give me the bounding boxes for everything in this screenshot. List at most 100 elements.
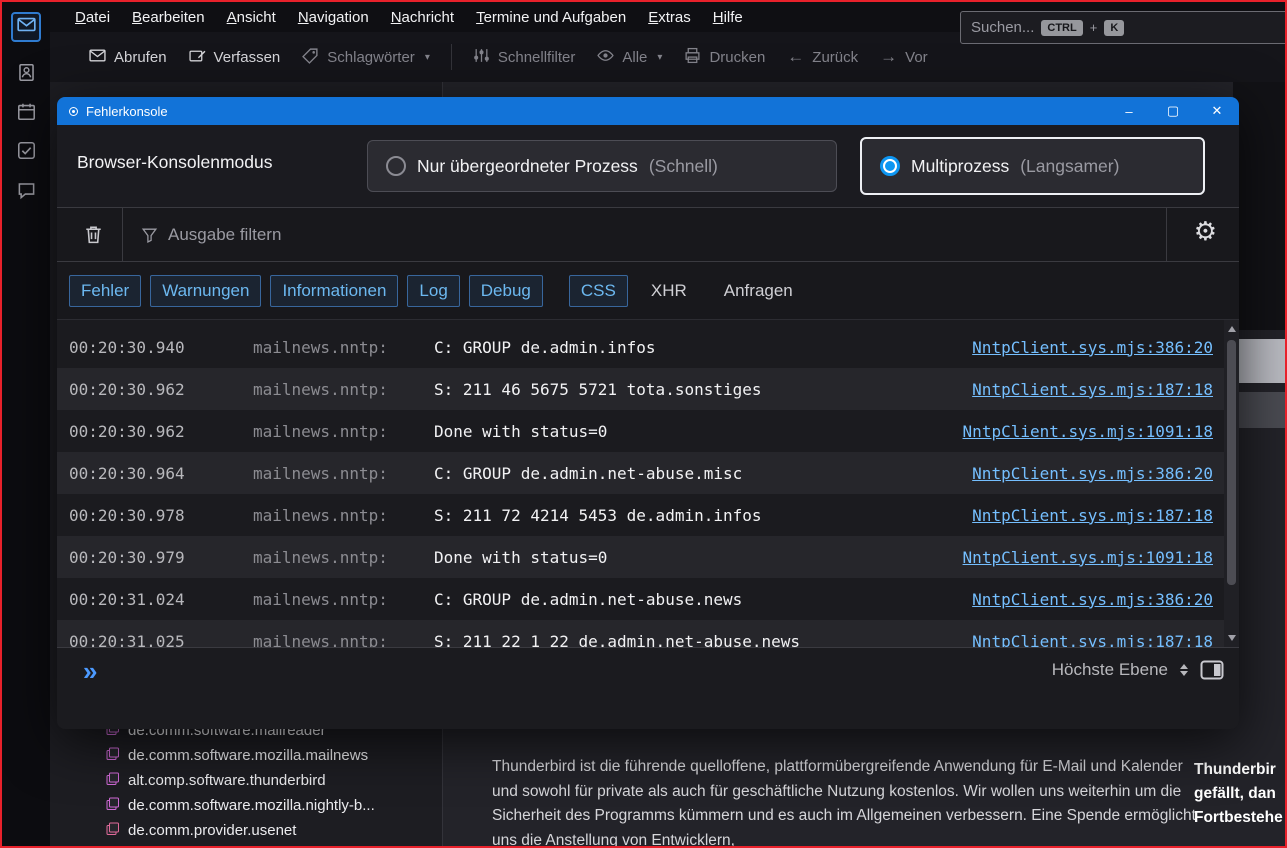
filter-tab-fehler[interactable]: Fehler bbox=[69, 275, 141, 307]
back-button[interactable]: ← Zurück bbox=[776, 40, 869, 74]
space-tasks-button[interactable] bbox=[11, 138, 41, 168]
space-addressbook-button[interactable] bbox=[11, 60, 41, 90]
tag-button[interactable]: Schlagwörter ▾ bbox=[291, 40, 441, 75]
mode-option-parent-process[interactable]: Nur übergeordneter Prozess (Schnell) bbox=[367, 140, 837, 192]
console-mode-row: Browser-Konsolenmodus Nur übergeordneter… bbox=[57, 125, 1239, 207]
log-source: mailnews.nntp: bbox=[253, 464, 434, 483]
radio-unselected-icon[interactable] bbox=[386, 156, 406, 176]
newsgroup-icon bbox=[106, 822, 120, 840]
forward-label: Vor bbox=[905, 49, 928, 66]
maximize-button[interactable]: ▢ bbox=[1151, 97, 1195, 125]
log-row[interactable]: 00:20:30.964 mailnews.nntp: C: GROUP de.… bbox=[57, 452, 1239, 494]
mode-option-label: Nur übergeordneter Prozess bbox=[417, 156, 638, 177]
close-button[interactable]: ✕ bbox=[1195, 97, 1239, 125]
log-row[interactable]: 00:20:31.025 mailnews.nntp: S: 211 22 1 … bbox=[57, 620, 1239, 647]
menu-nachricht[interactable]: Nachricht bbox=[380, 5, 465, 30]
get-messages-button[interactable]: Abrufen bbox=[78, 40, 178, 75]
menu-extras[interactable]: Extras bbox=[637, 5, 702, 30]
get-messages-label: Abrufen bbox=[114, 49, 167, 66]
mail-icon bbox=[17, 15, 36, 39]
filter-tab-informationen[interactable]: Informationen bbox=[270, 275, 398, 307]
console-input-area[interactable]: » Höchste Ebene bbox=[57, 647, 1239, 729]
scroll-down-arrow-icon[interactable] bbox=[1228, 635, 1236, 641]
log-timestamp: 00:20:30.979 bbox=[57, 548, 253, 567]
radio-selected-icon[interactable] bbox=[880, 156, 900, 176]
minimize-button[interactable]: – bbox=[1107, 97, 1151, 125]
filter-tab-xhr[interactable]: XHR bbox=[637, 275, 701, 307]
log-row[interactable]: 00:20:31.024 mailnews.nntp: C: GROUP de.… bbox=[57, 578, 1239, 620]
log-row[interactable]: 00:20:30.962 mailnews.nntp: S: 211 46 56… bbox=[57, 368, 1239, 410]
scrollbar-thumb[interactable] bbox=[1227, 340, 1236, 585]
folder-row[interactable]: de.comm.provider.usenet bbox=[50, 818, 442, 843]
space-chat-button[interactable] bbox=[11, 178, 41, 208]
chevron-down-icon: ▾ bbox=[425, 52, 430, 63]
menu-bearbeiten[interactable]: Bearbeiten bbox=[121, 5, 216, 30]
folder-row[interactable]: de.comm.software.mozilla.nightly-b... bbox=[50, 793, 442, 818]
log-timestamp: 00:20:31.024 bbox=[57, 590, 253, 609]
log-location-link[interactable]: NntpClient.sys.mjs:386:20 bbox=[972, 338, 1239, 357]
filter-tab-css[interactable]: CSS bbox=[569, 275, 628, 307]
log-location-link[interactable]: NntpClient.sys.mjs:386:20 bbox=[972, 590, 1239, 609]
trash-icon bbox=[83, 224, 104, 245]
log-location-link[interactable]: NntpClient.sys.mjs:187:18 bbox=[972, 506, 1239, 525]
log-source: mailnews.nntp: bbox=[253, 380, 434, 399]
log-row[interactable]: 00:20:30.940 mailnews.nntp: C: GROUP de.… bbox=[57, 326, 1239, 368]
folder-row[interactable]: alt.comp.software.thunderbird bbox=[50, 768, 442, 793]
log-location-link[interactable]: NntpClient.sys.mjs:1091:18 bbox=[963, 422, 1239, 441]
menu-ansicht[interactable]: Ansicht bbox=[216, 5, 287, 30]
folder-label: de.comm.provider.usenet bbox=[128, 822, 296, 839]
sidebar-toggle-button[interactable] bbox=[1200, 660, 1224, 680]
log-timestamp: 00:20:30.964 bbox=[57, 464, 253, 483]
log-location-link[interactable]: NntpClient.sys.mjs:187:18 bbox=[972, 632, 1239, 648]
menu-termine-und-aufgaben[interactable]: Termine und Aufgaben bbox=[465, 5, 637, 30]
log-source: mailnews.nntp: bbox=[253, 548, 434, 567]
filter-placeholder: Ausgabe filtern bbox=[168, 225, 281, 245]
log-location-link[interactable]: NntpClient.sys.mjs:1091:18 bbox=[963, 548, 1239, 567]
mode-option-hint: (Schnell) bbox=[649, 156, 718, 177]
calendar-icon bbox=[17, 102, 36, 126]
filter-tab-log[interactable]: Log bbox=[407, 275, 459, 307]
print-button[interactable]: Drucken bbox=[673, 40, 776, 75]
filter-tab-anfragen[interactable]: Anfragen bbox=[710, 275, 807, 307]
quick-filter-button[interactable]: Schnellfilter bbox=[462, 40, 587, 75]
screen: Datei Bearbeiten Ansicht Navigation Nach… bbox=[0, 0, 1287, 848]
console-log-list: 00:20:30.940 mailnews.nntp: C: GROUP de.… bbox=[57, 320, 1239, 647]
log-timestamp: 00:20:30.962 bbox=[57, 422, 253, 441]
filter-output-input[interactable]: Ausgabe filtern bbox=[141, 225, 281, 245]
menu-datei[interactable]: Datei bbox=[64, 5, 121, 30]
print-label: Drucken bbox=[709, 49, 765, 66]
newsgroup-icon bbox=[106, 772, 120, 790]
clear-console-button[interactable] bbox=[83, 224, 104, 245]
mail-download-icon bbox=[89, 47, 106, 68]
arrow-right-icon: → bbox=[880, 47, 897, 67]
message-view-picker[interactable]: Alle ▾ bbox=[586, 40, 673, 75]
log-row[interactable]: 00:20:30.962 mailnews.nntp: Done with st… bbox=[57, 410, 1239, 452]
folder-row[interactable]: de.comm.software.mozilla.mailnews bbox=[50, 743, 442, 768]
log-location-link[interactable]: NntpClient.sys.mjs:187:18 bbox=[972, 380, 1239, 399]
space-calendar-button[interactable] bbox=[11, 99, 41, 129]
search-input[interactable]: Suchen... CTRL + K bbox=[960, 11, 1287, 44]
menu-navigation[interactable]: Navigation bbox=[287, 5, 380, 30]
aside-line: gefällt, dan bbox=[1194, 782, 1287, 806]
log-scrollbar[interactable] bbox=[1224, 320, 1239, 647]
dialog-titlebar[interactable]: Fehlerkonsole – ▢ ✕ bbox=[57, 97, 1239, 125]
log-row[interactable]: 00:20:30.979 mailnews.nntp: Done with st… bbox=[57, 536, 1239, 578]
filter-tab-warnungen[interactable]: Warnungen bbox=[150, 275, 261, 307]
log-row[interactable]: 00:20:30.978 mailnews.nntp: S: 211 72 42… bbox=[57, 494, 1239, 536]
log-message: S: 211 46 5675 5721 tota.sonstiges bbox=[434, 380, 972, 399]
scroll-up-arrow-icon[interactable] bbox=[1228, 326, 1236, 332]
compose-button[interactable]: Verfassen bbox=[178, 40, 292, 75]
console-window-icon bbox=[69, 107, 78, 116]
console-settings-button[interactable]: ⚙ bbox=[1194, 216, 1217, 247]
log-location-link[interactable]: NntpClient.sys.mjs:386:20 bbox=[972, 464, 1239, 483]
menu-hilfe[interactable]: Hilfe bbox=[702, 5, 754, 30]
tag-icon bbox=[302, 47, 319, 68]
space-mail-button[interactable] bbox=[11, 12, 41, 42]
forward-button[interactable]: → Vor bbox=[869, 40, 939, 74]
context-selector[interactable]: Höchste Ebene bbox=[1052, 660, 1168, 680]
printer-icon bbox=[684, 47, 701, 68]
mode-option-multiprocess[interactable]: Multiprozess (Langsamer) bbox=[860, 137, 1205, 195]
filter-tab-debug[interactable]: Debug bbox=[469, 275, 543, 307]
funnel-icon bbox=[141, 226, 158, 243]
aside-line: Fortbestehe bbox=[1194, 806, 1287, 830]
